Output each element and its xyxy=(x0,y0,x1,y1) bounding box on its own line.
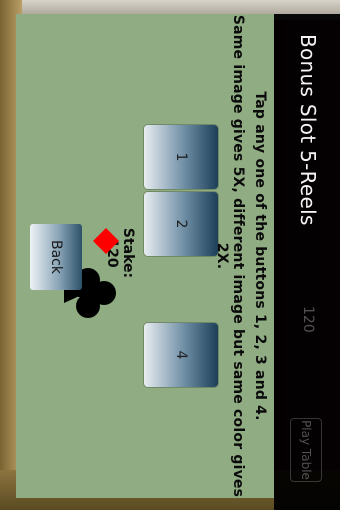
pick-button-2[interactable]: 2 xyxy=(144,192,218,256)
background-play-table-button: Play Table xyxy=(290,418,322,482)
pick-button-4-label: 4 xyxy=(173,350,189,360)
diamond-icon xyxy=(93,228,119,254)
dialog-title: Bonus Slot 5-Reels xyxy=(296,34,320,226)
game-screen: Bonus Slot 5-Reels 120 Play Table Tap an… xyxy=(0,0,340,510)
back-button[interactable]: Back xyxy=(30,224,82,290)
instruction-line-2: Same image gives 5X, different image but… xyxy=(214,14,246,498)
pick-button-4[interactable]: 4 xyxy=(144,323,218,387)
back-button-label: Back xyxy=(48,240,64,274)
dialog-body: Tap any one of the buttons 1, 2, 3 and 4… xyxy=(16,14,274,498)
pick-button-2-label: 2 xyxy=(173,219,189,229)
pick-button-1[interactable]: 1 xyxy=(144,125,218,189)
title-bar: Bonus Slot 5-Reels 120 Play Table xyxy=(274,14,340,510)
pick-button-1-label: 1 xyxy=(173,152,189,162)
background-stake-readout: 120 xyxy=(300,306,316,333)
instruction-line-1: Tap any one of the buttons 1, 2, 3 and 4… xyxy=(252,91,268,421)
